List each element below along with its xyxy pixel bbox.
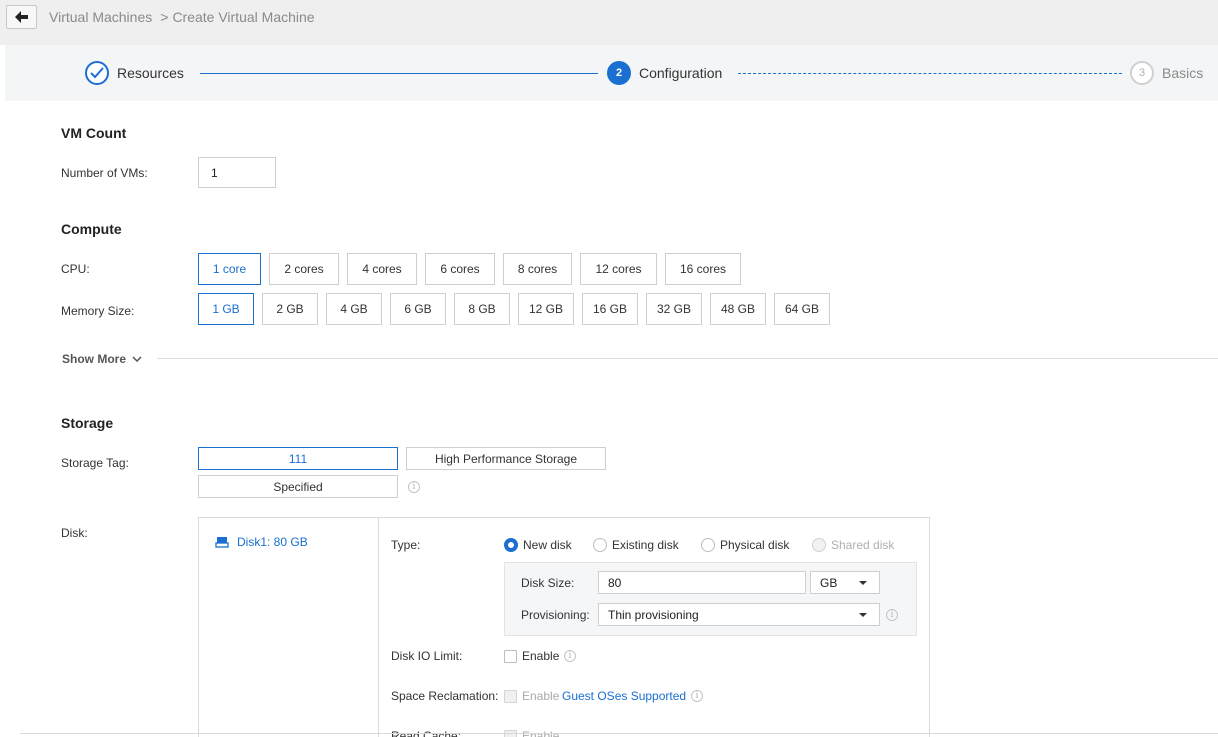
storage-tag-label: Storage Tag: [61, 456, 129, 470]
disk-list-item[interactable]: Disk1: 80 GB [215, 535, 308, 549]
cpu-option-12[interactable]: 12 cores [580, 253, 657, 285]
memory-option-4gb[interactable]: 4 GB [326, 293, 382, 325]
step-3-badge: 3 [1130, 61, 1154, 85]
top-bar: Virtual Machines > Create Virtual Machine [0, 0, 1218, 45]
disk-size-unit-select[interactable]: GB [810, 571, 880, 594]
cpu-option-8[interactable]: 8 cores [503, 253, 572, 285]
wizard-steps: Resources 2 Configuration 3 Basics [5, 45, 1218, 101]
number-of-vms-label: Number of VMs: [61, 166, 148, 180]
radio-physical-disk-label: Physical disk [720, 538, 790, 552]
storage-tag-high-performance[interactable]: High Performance Storage [406, 447, 606, 470]
radio-physical-disk-indicator [701, 538, 715, 552]
step-connector-pending [738, 73, 1122, 74]
disk-label: Disk: [61, 526, 88, 540]
radio-shared-disk-label: Shared disk [831, 538, 895, 552]
disk-size-label: Disk Size: [521, 576, 575, 590]
number-of-vms-input[interactable]: 1 [198, 157, 276, 188]
step-configuration-label: Configuration [639, 65, 723, 81]
space-reclamation-enable-label: Enable [522, 689, 560, 703]
memory-option-48gb[interactable]: 48 GB [710, 293, 766, 325]
provisioning-label: Provisioning: [521, 608, 590, 622]
radio-shared-disk: Shared disk [812, 538, 894, 552]
storage-title: Storage [61, 415, 114, 431]
cpu-option-6[interactable]: 6 cores [425, 253, 495, 285]
footer-divider [20, 733, 1218, 734]
memory-option-32gb[interactable]: 32 GB [646, 293, 702, 325]
step-basics-label: Basics [1162, 65, 1204, 81]
show-more-divider [157, 358, 1218, 359]
cpu-option-4[interactable]: 4 cores [347, 253, 417, 285]
check-circle-icon [85, 61, 109, 85]
checkbox-indicator [504, 689, 517, 703]
caret-down-icon [859, 613, 867, 617]
step-2-badge: 2 [607, 61, 631, 85]
breadcrumb: Virtual Machines > Create Virtual Machine [49, 9, 315, 25]
space-reclamation-checkbox: Enable [504, 689, 559, 703]
radio-new-disk-label: New disk [523, 538, 572, 552]
radio-physical-disk[interactable]: Physical disk [701, 538, 789, 552]
vm-count-title: VM Count [61, 125, 127, 141]
memory-option-12gb[interactable]: 12 GB [518, 293, 574, 325]
cpu-option-2[interactable]: 2 cores [269, 253, 339, 285]
show-more-label: Show More [62, 352, 127, 366]
memory-option-16gb[interactable]: 16 GB [582, 293, 638, 325]
breadcrumb-virtual-machines[interactable]: Virtual Machines [49, 9, 152, 25]
info-icon[interactable]: i [564, 650, 576, 662]
cpu-option-16[interactable]: 16 cores [665, 253, 741, 285]
back-button[interactable] [6, 5, 37, 29]
breadcrumb-current: Create Virtual Machine [172, 9, 315, 25]
cpu-label: CPU: [61, 262, 90, 276]
radio-new-disk[interactable]: New disk [504, 538, 572, 552]
show-more-toggle[interactable]: Show More [62, 352, 142, 366]
info-icon[interactable]: i [408, 481, 420, 493]
disk-io-limit-checkbox[interactable]: Enable [504, 649, 559, 663]
compute-title: Compute [61, 221, 122, 237]
arrow-left-icon [14, 11, 28, 23]
disk-drive-icon [215, 537, 229, 548]
guest-oses-supported-link[interactable]: Guest OSes Supported [562, 689, 686, 703]
radio-existing-disk-label: Existing disk [612, 538, 679, 552]
caret-down-icon [859, 581, 867, 585]
storage-tag-specified[interactable]: Specified [198, 475, 398, 498]
provisioning-value: Thin provisioning [608, 607, 699, 622]
cpu-option-1[interactable]: 1 core [198, 253, 261, 285]
memory-option-6gb[interactable]: 6 GB [390, 293, 446, 325]
memory-option-2gb[interactable]: 2 GB [262, 293, 318, 325]
info-icon[interactable]: i [886, 609, 898, 621]
disk-item-label: Disk1: 80 GB [237, 535, 308, 549]
radio-new-disk-indicator [504, 538, 518, 552]
step-resources-label[interactable]: Resources [117, 65, 184, 81]
checkbox-indicator [504, 649, 517, 663]
space-reclamation-label: Space Reclamation: [391, 689, 499, 703]
radio-existing-disk-indicator [593, 538, 607, 552]
breadcrumb-separator: > [160, 9, 169, 25]
disk-panel-divider [378, 518, 379, 737]
disk-type-label: Type: [391, 538, 421, 552]
storage-tag-111[interactable]: 111 [198, 447, 398, 470]
radio-shared-disk-indicator [812, 538, 826, 552]
memory-option-64gb[interactable]: 64 GB [774, 293, 830, 325]
disk-io-limit-label: Disk IO Limit: [391, 649, 463, 663]
memory-option-1gb[interactable]: 1 GB [198, 293, 254, 325]
memory-option-8gb[interactable]: 8 GB [454, 293, 510, 325]
info-icon[interactable]: i [691, 690, 703, 702]
disk-size-unit-value: GB [820, 575, 838, 590]
memory-size-label: Memory Size: [61, 304, 135, 318]
provisioning-select[interactable]: Thin provisioning [598, 603, 880, 626]
disk-size-input[interactable]: 80 [598, 571, 806, 594]
radio-existing-disk[interactable]: Existing disk [593, 538, 679, 552]
chevron-down-icon [132, 356, 142, 362]
disk-io-limit-enable-label: Enable [522, 649, 560, 663]
step-connector-complete [200, 73, 598, 74]
